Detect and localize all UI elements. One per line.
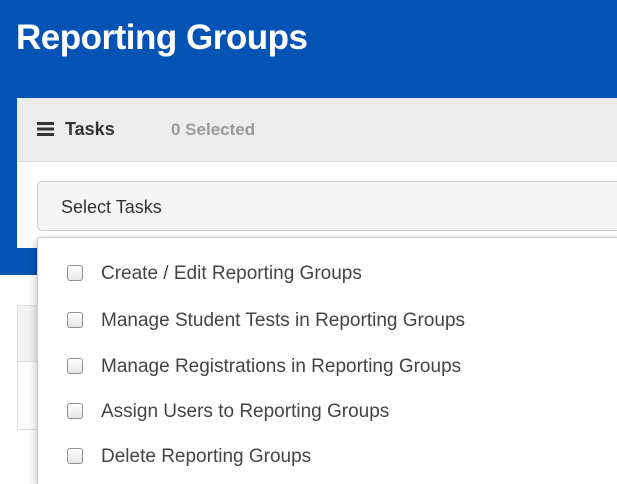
task-option-label: Manage Registrations in Reporting Groups bbox=[101, 356, 462, 377]
select-tasks-label: Select Tasks bbox=[61, 197, 162, 217]
task-option-delete[interactable]: Delete Reporting Groups bbox=[38, 434, 617, 480]
page-title: Reporting Groups bbox=[16, 18, 308, 57]
task-option-label: Delete Reporting Groups bbox=[101, 446, 312, 467]
task-option-manage-registrations[interactable]: Manage Registrations in Reporting Groups bbox=[38, 344, 617, 390]
task-option-label: Manage Student Tests in Reporting Groups bbox=[101, 310, 466, 331]
task-option-assign-users[interactable]: Assign Users to Reporting Groups bbox=[38, 389, 617, 435]
tasks-label: Tasks bbox=[65, 119, 115, 139]
select-tasks-dropdown[interactable]: Select Tasks bbox=[37, 181, 617, 231]
checkbox-icon[interactable] bbox=[67, 312, 83, 328]
list-icon bbox=[37, 122, 54, 136]
reporting-groups-page: Reporting Groups Tasks 0 Selected Select… bbox=[0, 0, 617, 484]
tasks-bar: Tasks 0 Selected bbox=[17, 98, 617, 162]
tasks-panel: Tasks 0 Selected Select Tasks bbox=[17, 98, 617, 248]
task-option-label: Assign Users to Reporting Groups bbox=[101, 401, 390, 422]
checkbox-icon[interactable] bbox=[67, 358, 83, 374]
checkbox-icon[interactable] bbox=[67, 265, 83, 281]
checkbox-icon[interactable] bbox=[67, 403, 83, 419]
tasks-dropdown-menu: Create / Edit Reporting Groups Manage St… bbox=[37, 237, 617, 484]
task-option-label: Create / Edit Reporting Groups bbox=[101, 263, 362, 284]
selected-count: 0 Selected bbox=[171, 120, 256, 139]
task-option-manage-student-tests[interactable]: Manage Student Tests in Reporting Groups bbox=[38, 298, 617, 344]
task-option-create-edit[interactable]: Create / Edit Reporting Groups bbox=[38, 251, 617, 297]
checkbox-icon[interactable] bbox=[67, 448, 83, 464]
